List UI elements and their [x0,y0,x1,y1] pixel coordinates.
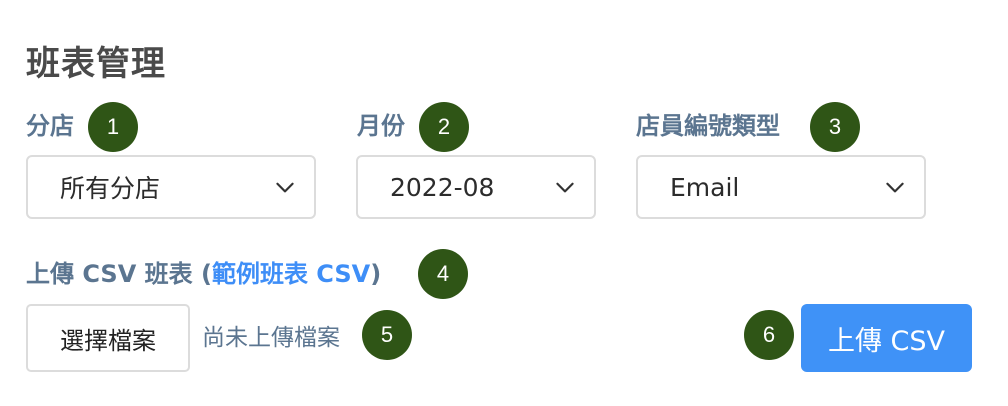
employee-id-type-label: 店員編號類型 [636,112,780,140]
upload-csv-label: 上傳 CSV 班表 (範例班表 CSV) [26,258,381,290]
month-select-value: 2022-08 [390,172,495,202]
annotation-badge-4: 4 [418,249,468,299]
branch-label: 分店 [26,112,74,140]
upload-csv-label-suffix: ) [370,260,382,288]
upload-csv-label-prefix: 上傳 CSV 班表 ( [26,260,212,288]
branch-select[interactable]: 所有分店 [26,155,316,219]
employee-id-type-select-value: Email [670,172,740,202]
annotation-badge-3: 3 [810,102,860,152]
month-select[interactable]: 2022-08 [356,155,596,219]
page-title: 班表管理 [26,44,166,84]
chevron-down-icon [276,182,294,193]
employee-id-type-select[interactable]: Email [636,155,926,219]
month-label: 月份 [357,112,405,140]
annotation-badge-6: 6 [744,310,794,360]
upload-csv-button[interactable]: 上傳 CSV [801,304,972,372]
no-file-status: 尚未上傳檔案 [202,325,340,351]
example-csv-link[interactable]: 範例班表 CSV [212,260,370,288]
annotation-badge-5: 5 [362,310,412,360]
schedule-management-page: 班表管理 分店 1 所有分店 月份 2 2022-08 店員編號類型 3 Ema… [0,0,1008,406]
annotation-badge-1: 1 [88,102,138,152]
chevron-down-icon [886,182,904,193]
choose-file-button[interactable]: 選擇檔案 [26,304,190,372]
chevron-down-icon [556,182,574,193]
annotation-badge-2: 2 [419,102,469,152]
branch-select-value: 所有分店 [60,174,161,203]
